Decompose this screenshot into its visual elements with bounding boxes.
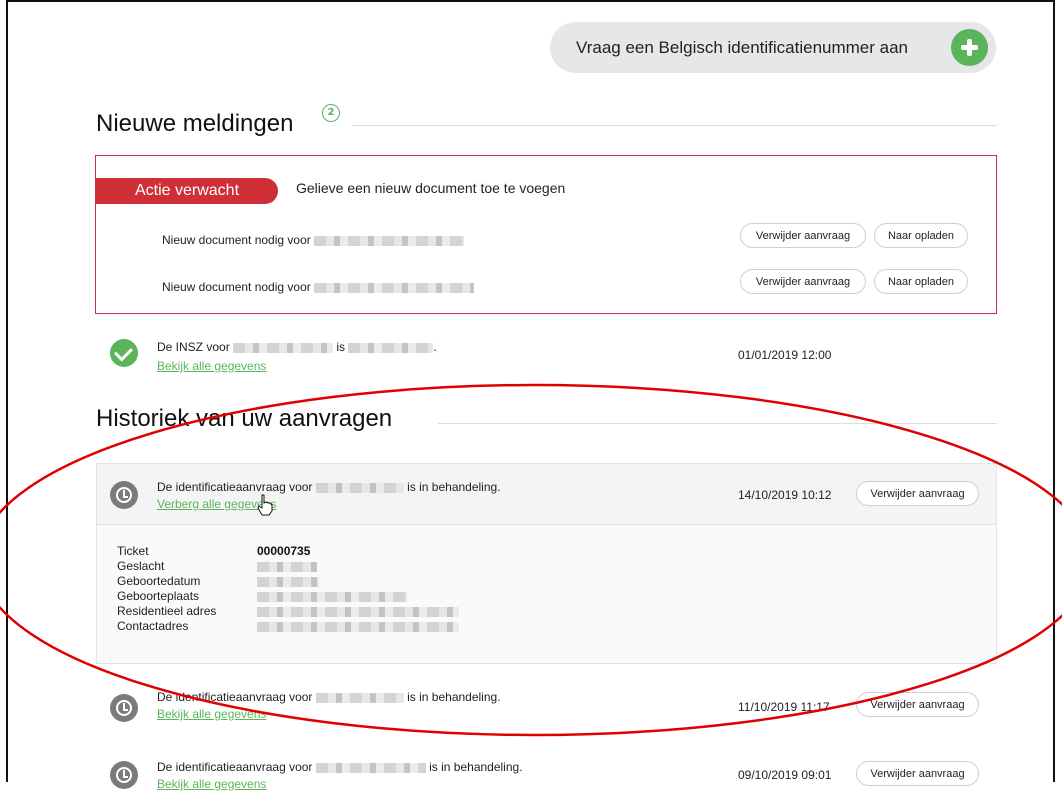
request-identification-number-button[interactable]: Vraag een Belgisch identificatienummer a… <box>550 22 996 73</box>
redacted-value <box>257 562 317 572</box>
delete-request-button[interactable]: Verwijder aanvraag <box>740 269 866 294</box>
document-request-text: Nieuw document nodig voor <box>162 280 311 294</box>
history-item-date: 09/10/2019 09:01 <box>738 768 832 782</box>
redacted-name <box>315 692 404 703</box>
delete-request-button[interactable]: Verwijder aanvraag <box>740 223 866 248</box>
notification-date: 01/01/2019 12:00 <box>738 348 832 362</box>
insz-notification-text: De INSZ voor is . <box>157 340 437 354</box>
action-expected-box: Actie verwacht Gelieve een nieuw documen… <box>95 155 997 314</box>
notifications-count-badge: 2 <box>322 104 340 122</box>
redacted-name <box>315 762 426 773</box>
check-circle-icon <box>110 339 138 367</box>
history-title: Historiek van uw aanvragen <box>96 405 393 432</box>
document-request-row: Nieuw document nodig voor <box>162 233 465 247</box>
detail-label: Residentieel adres <box>117 604 217 618</box>
go-to-upload-button[interactable]: Naar opladen <box>874 269 968 294</box>
hand-cursor-icon <box>257 494 273 516</box>
detail-label: Geslacht <box>117 559 165 573</box>
clock-icon <box>110 694 138 722</box>
clock-icon <box>110 481 138 509</box>
redacted-value <box>257 577 319 587</box>
document-request-row: Nieuw document nodig voor <box>162 280 475 294</box>
detail-label: Geboortedatum <box>117 574 201 588</box>
redacted-value <box>257 622 459 632</box>
redacted-value <box>257 592 407 602</box>
section-divider <box>438 423 997 424</box>
redacted-value <box>257 607 459 617</box>
history-item-text: De identificatieaanvraag voor is in beha… <box>157 760 523 774</box>
action-description: Gelieve een nieuw document toe te voegen <box>296 180 566 196</box>
history-item-text: De identificatieaanvraag voor is in beha… <box>157 480 501 494</box>
view-all-details-link[interactable]: Bekijk alle gegevens <box>157 777 266 791</box>
history-item-date: 11/10/2019 11:17 <box>738 700 830 714</box>
redacted-insz <box>348 342 434 353</box>
detail-label: Geboorteplaats <box>117 589 200 603</box>
delete-request-button[interactable]: Verwijder aanvraag <box>856 481 979 506</box>
delete-request-button[interactable]: Verwijder aanvraag <box>856 761 979 786</box>
detail-label: Contactadres <box>117 619 189 633</box>
plus-icon <box>951 29 988 66</box>
history-item-text: De identificatieaanvraag voor is in beha… <box>157 690 501 704</box>
redacted-name <box>233 342 334 353</box>
ticket-number: 00000735 <box>257 544 311 558</box>
action-expected-tag: Actie verwacht <box>96 178 278 204</box>
clock-icon <box>110 761 138 789</box>
redacted-name <box>315 482 404 493</box>
go-to-upload-button[interactable]: Naar opladen <box>874 223 968 248</box>
section-divider <box>352 125 997 126</box>
view-all-details-link[interactable]: Bekijk alle gegevens <box>157 707 266 721</box>
history-item-date: 14/10/2019 10:12 <box>738 488 832 502</box>
redacted-name <box>314 282 475 293</box>
notifications-title: Nieuwe meldingen <box>96 110 294 137</box>
delete-request-button[interactable]: Verwijder aanvraag <box>856 692 979 717</box>
redacted-name <box>314 235 465 246</box>
detail-label: Ticket <box>117 544 149 558</box>
request-button-label: Vraag een Belgisch identificatienummer a… <box>576 38 909 57</box>
view-all-details-link[interactable]: Bekijk alle gegevens <box>157 359 266 373</box>
document-request-text: Nieuw document nodig voor <box>162 233 311 247</box>
